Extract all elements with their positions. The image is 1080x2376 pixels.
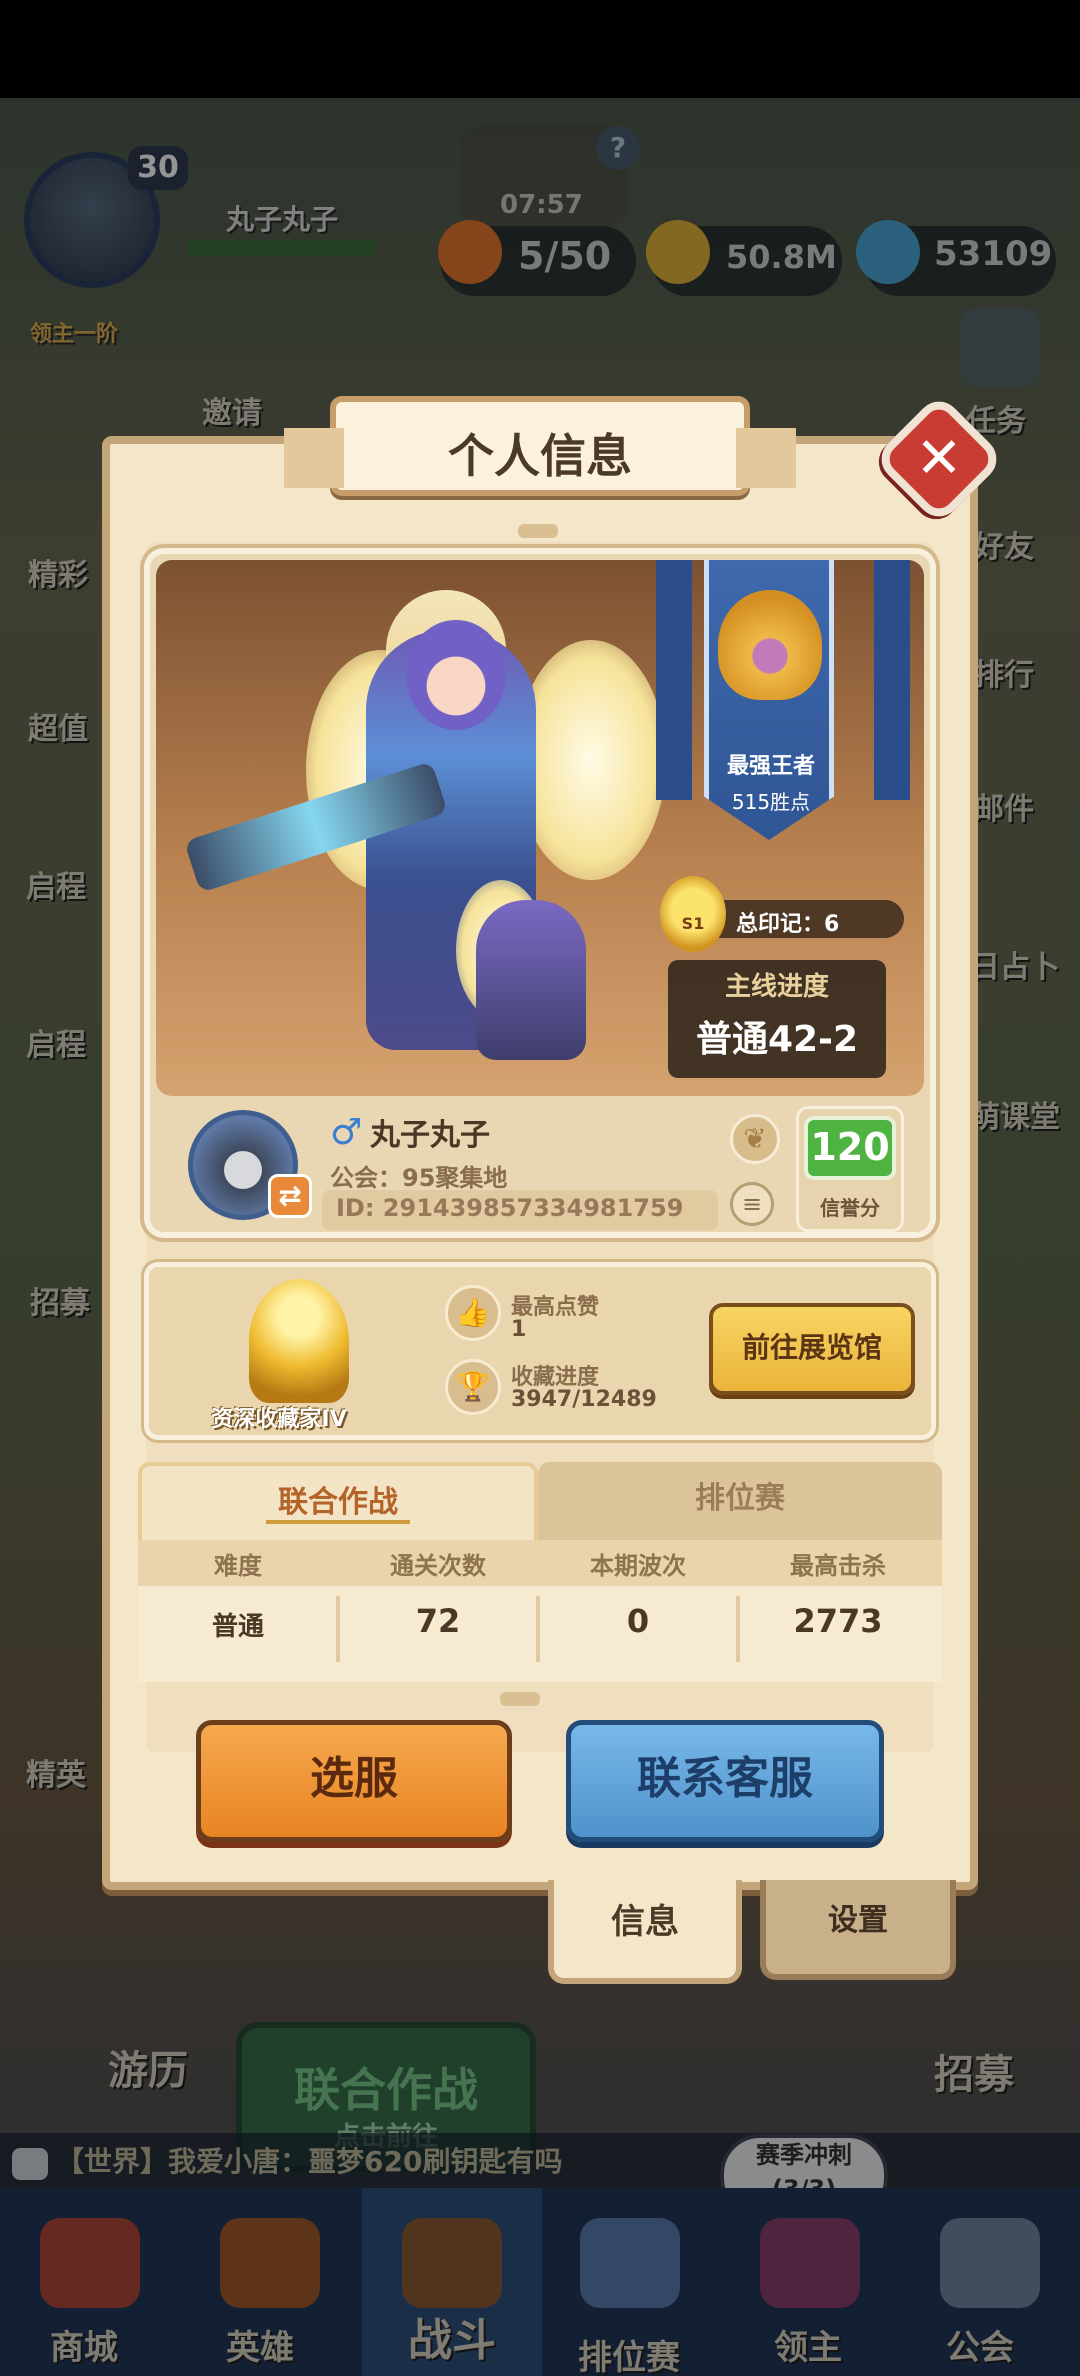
player-id: ID: 291439857334981759 — [336, 1194, 684, 1222]
season-seal-icon: S1 — [660, 876, 726, 952]
hero-card: 最强王者 515胜点 S1 总印记：6 主线进度 普通42-2 ⇄ ♂ 丸子丸子… — [144, 548, 936, 1238]
divider-ornament — [500, 1692, 540, 1706]
cup-icon: 🏆 — [445, 1359, 501, 1415]
collector-title: 资深收藏家IV — [211, 1407, 347, 1432]
main-progress-label: 主线进度 — [724, 972, 829, 1002]
max-likes-value: 1 — [511, 1317, 527, 1342]
th-waves: 本期波次 — [590, 1552, 686, 1580]
td-max-kills: 2773 — [793, 1602, 883, 1640]
banner-right-cloth — [874, 560, 910, 800]
crown-icon — [718, 590, 822, 700]
thumbs-up-icon: 👍 — [445, 1285, 501, 1341]
seal-count: 总印记：6 — [736, 912, 840, 937]
go-to-exhibition-button[interactable]: 前往展览馆 — [709, 1303, 915, 1395]
modal-title: 个人信息 — [448, 429, 632, 483]
male-icon: ♂ — [330, 1112, 363, 1153]
player-name: 丸子丸子 — [370, 1118, 490, 1153]
stats-table: 难度 通关次数 本期波次 最高击杀 普通 72 0 2773 — [138, 1540, 942, 1682]
hero-head — [406, 620, 506, 730]
td-clears: 72 — [415, 1602, 461, 1640]
collection-progress-value: 3947/12489 — [511, 1387, 657, 1412]
tab-ranked[interactable]: 排位赛 — [538, 1462, 942, 1540]
rank-title: 最强王者 — [726, 754, 815, 779]
th-max-kills: 最高击杀 — [790, 1552, 886, 1580]
main-progress-value: 普通42-2 — [695, 1019, 859, 1060]
credit-score-label: 信誉分 — [820, 1196, 880, 1220]
modal-title-banner: 个人信息 — [284, 396, 796, 496]
th-clears: 通关次数 — [390, 1552, 486, 1580]
feather-icon[interactable]: ❦ — [730, 1114, 780, 1164]
trophy-icon — [249, 1279, 349, 1403]
seal-badge: S1 — [681, 914, 705, 933]
td-difficulty: 普通 — [211, 1612, 264, 1642]
td-waves: 0 — [626, 1602, 650, 1640]
ribbon-left — [284, 428, 344, 488]
tab-coop-battle[interactable]: 联合作战 — [138, 1462, 538, 1540]
tab-underline — [266, 1520, 410, 1524]
wing-right — [516, 640, 666, 880]
hero-showcase[interactable]: 最强王者 515胜点 S1 总印记：6 主线进度 普通42-2 — [156, 560, 924, 1096]
ribbon-right — [736, 428, 796, 488]
guild-name: 公会：95聚集地 — [330, 1164, 508, 1192]
contact-support-button[interactable]: 联系客服 — [566, 1720, 884, 1842]
divider-ornament — [518, 524, 558, 538]
battle-stats: 排位赛 联合作战 难度 通关次数 本期波次 最高击杀 普通 72 0 2773 — [138, 1462, 942, 1682]
rank-points: 515胜点 — [731, 790, 811, 814]
close-icon: ✕ — [915, 426, 963, 491]
collection-card: 资深收藏家IV 👍 最高点赞 1 🏆 收藏进度 3947/12489 前往展览馆 — [144, 1262, 936, 1440]
swap-avatar-icon[interactable]: ⇄ — [268, 1174, 312, 1218]
panel-tab-info[interactable]: 信息 — [548, 1880, 742, 1984]
th-difficulty: 难度 — [214, 1552, 262, 1580]
panel-tab-settings[interactable]: 设置 — [760, 1880, 956, 1980]
copy-icon[interactable]: ≡ — [730, 1182, 774, 1226]
banner-left-cloth — [656, 560, 692, 800]
pet-character — [476, 900, 586, 1060]
credit-score-value: 120 — [804, 1116, 896, 1180]
select-server-button[interactable]: 选服 — [196, 1720, 512, 1842]
